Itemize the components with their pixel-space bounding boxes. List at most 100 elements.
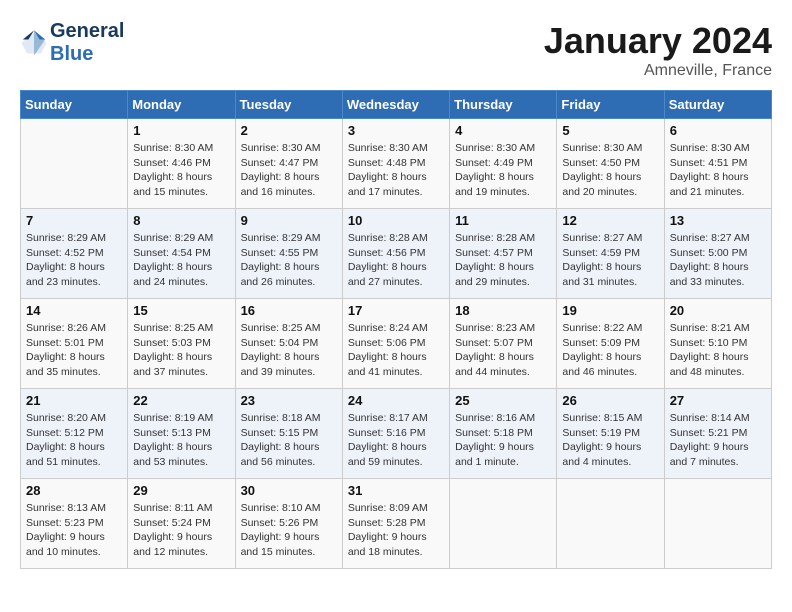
calendar-cell: 7 Sunrise: 8:29 AMSunset: 4:52 PMDaylight… xyxy=(21,209,128,299)
day-number: 13 xyxy=(670,213,766,228)
location: Amneville, France xyxy=(544,62,772,80)
day-info: Sunrise: 8:16 AMSunset: 5:18 PMDaylight:… xyxy=(455,411,551,470)
day-info: Sunrise: 8:10 AMSunset: 5:26 PMDaylight:… xyxy=(241,501,337,560)
day-number: 3 xyxy=(348,123,444,138)
day-number: 20 xyxy=(670,303,766,318)
logo-icon xyxy=(20,29,48,57)
day-info: Sunrise: 8:15 AMSunset: 5:19 PMDaylight:… xyxy=(562,411,658,470)
calendar-cell: 25 Sunrise: 8:16 AMSunset: 5:18 PMDayligh… xyxy=(450,389,557,479)
day-number: 11 xyxy=(455,213,551,228)
day-info: Sunrise: 8:30 AMSunset: 4:47 PMDaylight:… xyxy=(241,141,337,200)
day-number: 18 xyxy=(455,303,551,318)
calendar-cell: 24 Sunrise: 8:17 AMSunset: 5:16 PMDayligh… xyxy=(342,389,449,479)
day-number: 15 xyxy=(133,303,229,318)
day-number: 9 xyxy=(241,213,337,228)
weekday-header-friday: Friday xyxy=(557,91,664,119)
weekday-header-monday: Monday xyxy=(128,91,235,119)
calendar-cell: 6 Sunrise: 8:30 AMSunset: 4:51 PMDaylight… xyxy=(664,119,771,209)
calendar-cell: 21Sunrise: 8:20 AMSunset: 5:12 PMDayligh… xyxy=(21,389,128,479)
calendar-cell: 8 Sunrise: 8:29 AMSunset: 4:54 PMDaylight… xyxy=(128,209,235,299)
calendar-cell: 23Sunrise: 8:18 AMSunset: 5:15 PMDayligh… xyxy=(235,389,342,479)
day-info: Sunrise: 8:29 AMSunset: 4:54 PMDaylight:… xyxy=(133,231,229,290)
calendar-cell: 5 Sunrise: 8:30 AMSunset: 4:50 PMDaylight… xyxy=(557,119,664,209)
logo-text: General Blue xyxy=(50,20,124,66)
day-info: Sunrise: 8:25 AMSunset: 5:04 PMDaylight:… xyxy=(241,321,337,380)
day-number: 10 xyxy=(348,213,444,228)
calendar-cell: 10 Sunrise: 8:28 AMSunset: 4:56 PMDayligh… xyxy=(342,209,449,299)
day-number: 7 xyxy=(26,213,122,228)
calendar-cell: 27 Sunrise: 8:14 AMSunset: 5:21 PMDayligh… xyxy=(664,389,771,479)
day-info: Sunrise: 8:22 AMSunset: 5:09 PMDaylight:… xyxy=(562,321,658,380)
calendar-cell xyxy=(557,479,664,569)
day-info: Sunrise: 8:11 AMSunset: 5:24 PMDaylight:… xyxy=(133,501,229,560)
day-info: Sunrise: 8:29 AMSunset: 4:52 PMDaylight:… xyxy=(26,231,122,290)
day-info: Sunrise: 8:30 AMSunset: 4:50 PMDaylight:… xyxy=(562,141,658,200)
day-info: Sunrise: 8:26 AMSunset: 5:01 PMDaylight:… xyxy=(26,321,122,380)
calendar-cell: 11 Sunrise: 8:28 AMSunset: 4:57 PMDayligh… xyxy=(450,209,557,299)
calendar-cell xyxy=(450,479,557,569)
day-info: Sunrise: 8:30 AMSunset: 4:49 PMDaylight:… xyxy=(455,141,551,200)
day-number: 14 xyxy=(26,303,122,318)
calendar-week-row: 1 Sunrise: 8:30 AMSunset: 4:46 PMDaylight… xyxy=(21,119,772,209)
day-number: 8 xyxy=(133,213,229,228)
calendar-cell: 13 Sunrise: 8:27 AMSunset: 5:00 PMDayligh… xyxy=(664,209,771,299)
calendar-cell xyxy=(664,479,771,569)
day-number: 12 xyxy=(562,213,658,228)
day-number: 19 xyxy=(562,303,658,318)
calendar-week-row: 7 Sunrise: 8:29 AMSunset: 4:52 PMDaylight… xyxy=(21,209,772,299)
day-number: 16 xyxy=(241,303,337,318)
title-block: January 2024 Amneville, France xyxy=(544,20,772,80)
day-number: 17 xyxy=(348,303,444,318)
calendar-cell: 30 Sunrise: 8:10 AMSunset: 5:26 PMDayligh… xyxy=(235,479,342,569)
day-info: Sunrise: 8:14 AMSunset: 5:21 PMDaylight:… xyxy=(670,411,766,470)
day-info: Sunrise: 8:23 AMSunset: 5:07 PMDaylight:… xyxy=(455,321,551,380)
calendar-cell: 17 Sunrise: 8:24 AMSunset: 5:06 PMDayligh… xyxy=(342,299,449,389)
day-info: Sunrise: 8:19 AMSunset: 5:13 PMDaylight:… xyxy=(133,411,229,470)
calendar-cell: 9 Sunrise: 8:29 AMSunset: 4:55 PMDaylight… xyxy=(235,209,342,299)
calendar-cell: 3 Sunrise: 8:30 AMSunset: 4:48 PMDaylight… xyxy=(342,119,449,209)
calendar-cell: 4Sunrise: 8:30 AMSunset: 4:49 PMDaylight… xyxy=(450,119,557,209)
day-info: Sunrise: 8:24 AMSunset: 5:06 PMDaylight:… xyxy=(348,321,444,380)
day-number: 30 xyxy=(241,483,337,498)
weekday-header-sunday: Sunday xyxy=(21,91,128,119)
calendar-cell: 26 Sunrise: 8:15 AMSunset: 5:19 PMDayligh… xyxy=(557,389,664,479)
weekday-header-thursday: Thursday xyxy=(450,91,557,119)
day-info: Sunrise: 8:30 AMSunset: 4:48 PMDaylight:… xyxy=(348,141,444,200)
calendar-cell: 29 Sunrise: 8:11 AMSunset: 5:24 PMDayligh… xyxy=(128,479,235,569)
day-info: Sunrise: 8:27 AMSunset: 5:00 PMDaylight:… xyxy=(670,231,766,290)
day-number: 29 xyxy=(133,483,229,498)
calendar-table: SundayMondayTuesdayWednesdayThursdayFrid… xyxy=(20,90,772,569)
day-info: Sunrise: 8:17 AMSunset: 5:16 PMDaylight:… xyxy=(348,411,444,470)
day-number: 1 xyxy=(133,123,229,138)
day-info: Sunrise: 8:25 AMSunset: 5:03 PMDaylight:… xyxy=(133,321,229,380)
day-number: 2 xyxy=(241,123,337,138)
day-number: 6 xyxy=(670,123,766,138)
day-info: Sunrise: 8:28 AMSunset: 4:57 PMDaylight:… xyxy=(455,231,551,290)
day-info: Sunrise: 8:13 AMSunset: 5:23 PMDaylight:… xyxy=(26,501,122,560)
calendar-cell: 15 Sunrise: 8:25 AMSunset: 5:03 PMDayligh… xyxy=(128,299,235,389)
day-number: 27 xyxy=(670,393,766,408)
month-title: January 2024 xyxy=(544,20,772,62)
calendar-cell: 22 Sunrise: 8:19 AMSunset: 5:13 PMDayligh… xyxy=(128,389,235,479)
day-info: Sunrise: 8:30 AMSunset: 4:46 PMDaylight:… xyxy=(133,141,229,200)
day-info: Sunrise: 8:28 AMSunset: 4:56 PMDaylight:… xyxy=(348,231,444,290)
weekday-header-saturday: Saturday xyxy=(664,91,771,119)
day-number: 24 xyxy=(348,393,444,408)
day-number: 25 xyxy=(455,393,551,408)
calendar-cell: 20Sunrise: 8:21 AMSunset: 5:10 PMDayligh… xyxy=(664,299,771,389)
weekday-header-tuesday: Tuesday xyxy=(235,91,342,119)
calendar-cell: 19 Sunrise: 8:22 AMSunset: 5:09 PMDayligh… xyxy=(557,299,664,389)
day-number: 22 xyxy=(133,393,229,408)
day-info: Sunrise: 8:29 AMSunset: 4:55 PMDaylight:… xyxy=(241,231,337,290)
day-info: Sunrise: 8:30 AMSunset: 4:51 PMDaylight:… xyxy=(670,141,766,200)
calendar-cell: 31Sunrise: 8:09 AMSunset: 5:28 PMDayligh… xyxy=(342,479,449,569)
calendar-cell: 1 Sunrise: 8:30 AMSunset: 4:46 PMDaylight… xyxy=(128,119,235,209)
calendar-week-row: 21Sunrise: 8:20 AMSunset: 5:12 PMDayligh… xyxy=(21,389,772,479)
day-info: Sunrise: 8:09 AMSunset: 5:28 PMDaylight:… xyxy=(348,501,444,560)
calendar-cell: 14 Sunrise: 8:26 AMSunset: 5:01 PMDayligh… xyxy=(21,299,128,389)
day-number: 26 xyxy=(562,393,658,408)
day-number: 5 xyxy=(562,123,658,138)
page-header: General Blue January 2024 Amneville, Fra… xyxy=(20,20,772,80)
day-number: 23 xyxy=(241,393,337,408)
day-info: Sunrise: 8:27 AMSunset: 4:59 PMDaylight:… xyxy=(562,231,658,290)
